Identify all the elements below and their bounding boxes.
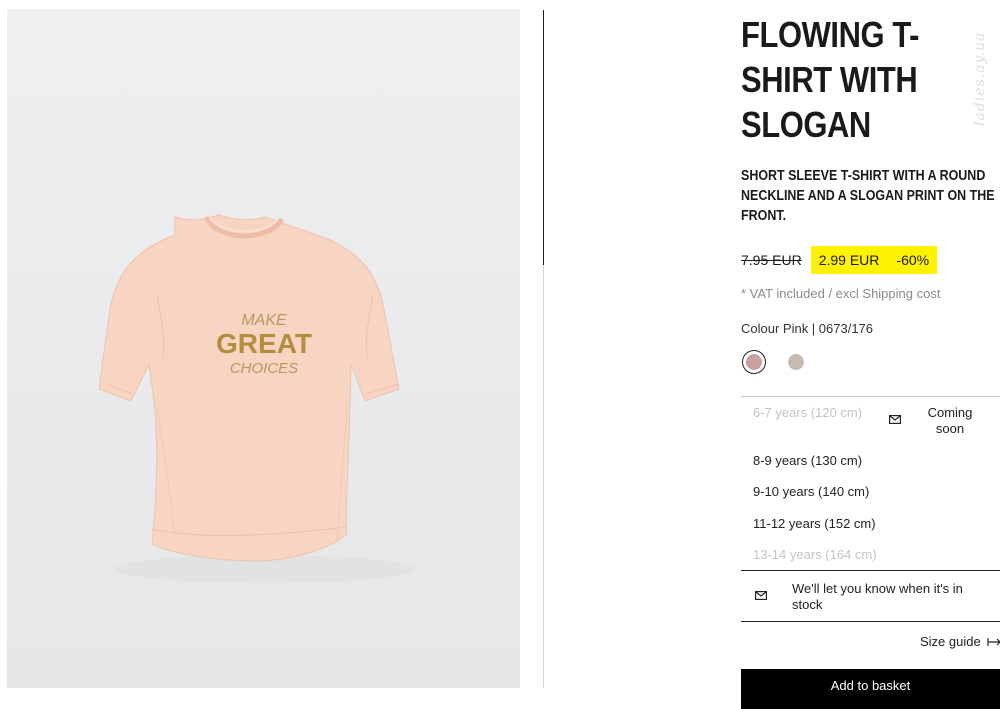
old-price: 7.95 EUR xyxy=(741,252,802,268)
coming-soon-label: Coming soon xyxy=(927,405,973,436)
product-description: SHORT SLEEVE T-SHIRT WITH A ROUND NECKLI… xyxy=(741,168,995,224)
size-guide-label: Size guide xyxy=(920,634,981,649)
size-list: 6-7 years (120 cm) Coming soon 8-9 years… xyxy=(741,396,1000,570)
colour-swatch-beige[interactable] xyxy=(788,354,804,370)
sale-price-badge: 2.99 EUR -60% xyxy=(810,246,938,274)
envelope-icon xyxy=(889,415,901,424)
size-option-8-9[interactable]: 8-9 years (130 cm) xyxy=(741,446,1000,477)
colour-label: Colour Pink | 0673/176 xyxy=(741,321,874,336)
envelope-icon xyxy=(755,591,767,600)
size-option-9-10[interactable]: 9-10 years (140 cm) xyxy=(741,477,1000,509)
size-label: 13-14 years (164 cm) xyxy=(753,547,877,562)
size-label: 11-12 years (152 cm) xyxy=(753,516,876,531)
notify-text: We'll let you know when it's in stock xyxy=(792,581,963,612)
size-option-11-12[interactable]: 11-12 years (152 cm) xyxy=(741,509,1000,540)
sale-price: 2.99 EUR xyxy=(818,252,880,268)
size-guide-link[interactable]: Size guide xyxy=(920,634,1000,649)
size-label: 8-9 years (130 cm) xyxy=(753,453,863,468)
size-label: 9-10 years (140 cm) xyxy=(753,484,870,499)
swatch-dot xyxy=(746,354,762,370)
size-option-6-7[interactable]: 6-7 years (120 cm) Coming soon xyxy=(741,397,1000,446)
product-title: FLOWING T-SHIRT WITH SLOGAN xyxy=(741,14,919,145)
watermark: ladies.ay.ua xyxy=(972,31,988,126)
divider-light xyxy=(543,265,544,688)
print-line-1: MAKE xyxy=(241,312,287,329)
product-image[interactable]: MAKE GREAT CHOICES xyxy=(7,9,520,688)
ruler-icon xyxy=(987,638,1000,646)
vat-note: * VAT included / excl Shipping cost xyxy=(741,286,941,301)
price-row: 7.95 EUR 2.99 EUR -60% xyxy=(741,246,938,274)
notify-me-button[interactable]: We'll let you know when it's in stock xyxy=(741,570,1000,622)
print-line-2: GREAT xyxy=(216,328,312,359)
add-to-basket-button[interactable]: Add to basket xyxy=(741,669,1000,709)
colour-swatch-pink[interactable] xyxy=(742,350,766,374)
size-label: 6-7 years (120 cm) xyxy=(753,405,863,420)
size-option-13-14[interactable]: 13-14 years (164 cm) xyxy=(741,540,1000,570)
tshirt-illustration: MAKE GREAT CHOICES xyxy=(98,214,415,583)
print-line-3: CHOICES xyxy=(230,360,298,377)
divider xyxy=(543,10,544,265)
discount-badge: -60% xyxy=(896,252,930,268)
